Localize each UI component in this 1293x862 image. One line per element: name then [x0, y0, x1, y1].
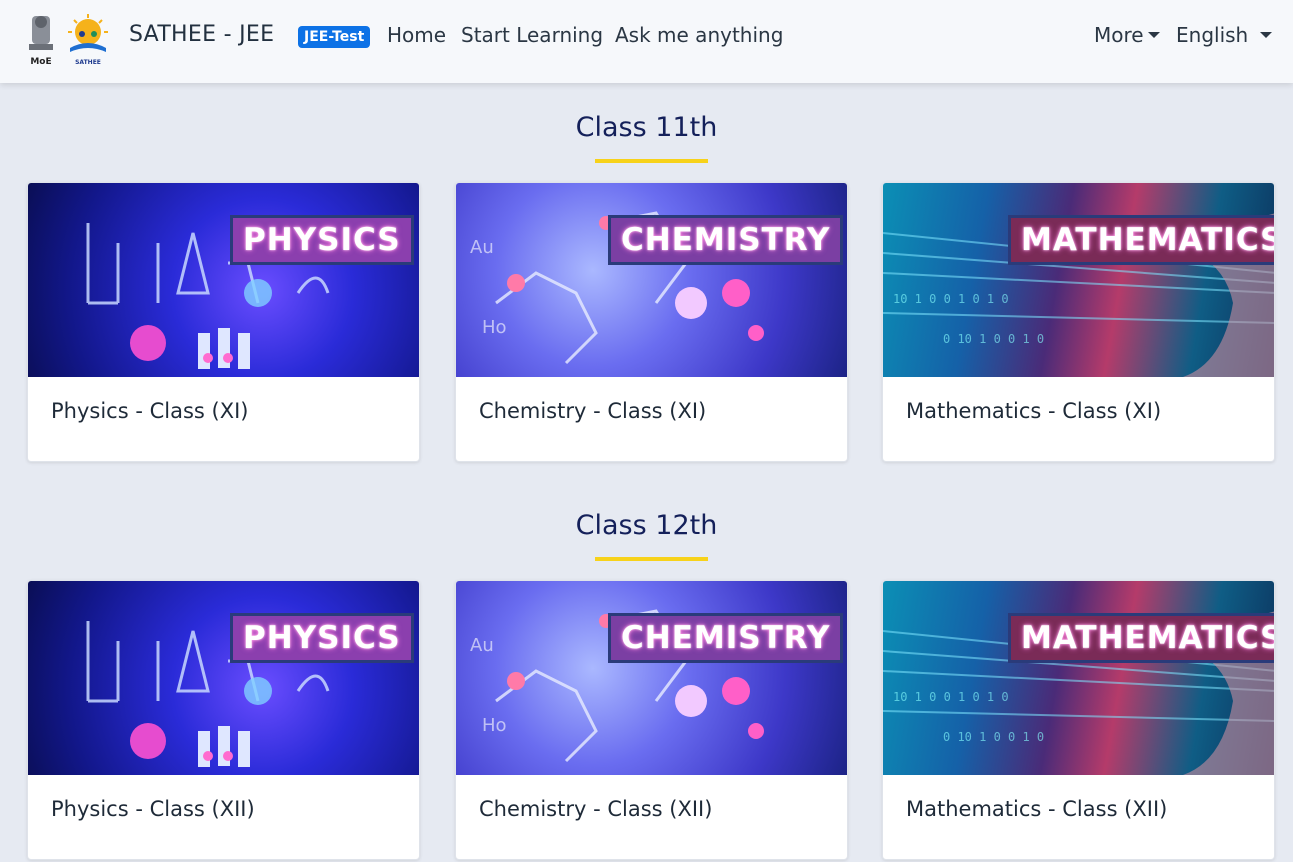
physics-banner-image: PHYSICS [28, 581, 419, 775]
section-title-class-11: Class 11th [575, 112, 718, 143]
chevron-down-icon [1147, 32, 1160, 38]
card-title[interactable]: Mathematics - Class (XII) [906, 797, 1167, 821]
card-title[interactable]: Chemistry - Class (XI) [479, 399, 706, 423]
course-card-chemistry-xi[interactable]: Au Ho CHEMISTRY Chemistry - Class (XI) [455, 182, 848, 462]
svg-text:Au: Au [470, 237, 494, 258]
svg-text:0 10 1 0 0 1 0: 0 10 1 0 0 1 0 [943, 332, 1044, 346]
course-card-physics-xi[interactable]: PHYSICS Physics - Class (XI) [27, 182, 420, 462]
section-underline [595, 159, 708, 163]
nav-link-start-learning[interactable]: Start Learning [461, 23, 603, 47]
svg-text:10 1 0 0 1 0 1 0: 10 1 0 0 1 0 1 0 [893, 292, 1009, 306]
mathematics-banner-image: 10 1 0 0 1 0 1 0 0 10 1 0 0 1 0 MATHEMATI… [883, 581, 1274, 775]
sathee-logo[interactable]: SATHEE [62, 12, 114, 68]
section-title-class-12: Class 12th [575, 510, 718, 541]
card-tag: PHYSICS [230, 215, 414, 265]
chemistry-banner-image: Au Ho CHEMISTRY [456, 581, 847, 775]
more-label: More [1094, 23, 1144, 47]
svg-text:MoE: MoE [30, 57, 51, 67]
section-underline [595, 557, 708, 561]
moe-emblem-logo[interactable]: MoE [22, 12, 60, 68]
jee-test-badge[interactable]: JEE-Test [298, 26, 371, 48]
svg-text:0 10 1 0 0 1 0: 0 10 1 0 0 1 0 [943, 730, 1044, 744]
card-title[interactable]: Physics - Class (XI) [51, 399, 248, 423]
card-tag: MATHEMATICS [1008, 215, 1274, 265]
card-title[interactable]: Mathematics - Class (XI) [906, 399, 1161, 423]
mathematics-banner-image: 10 1 0 0 1 0 1 0 0 10 1 0 0 1 0 MATHEMATI… [883, 183, 1274, 377]
brand-title[interactable]: SATHEE - JEE [129, 22, 274, 47]
course-card-chemistry-xii[interactable]: Au Ho CHEMISTRY Chemistry - Class (XII) [455, 580, 848, 860]
card-title[interactable]: Physics - Class (XII) [51, 797, 255, 821]
nav-link-ask-me-anything[interactable]: Ask me anything [615, 23, 783, 47]
chemistry-banner-image: Au Ho CHEMISTRY [456, 183, 847, 377]
language-dropdown[interactable]: English [1176, 23, 1273, 47]
nav-link-home[interactable]: Home [387, 23, 446, 47]
svg-text:SATHEE: SATHEE [75, 59, 101, 66]
svg-text:10 1 0 0 1 0 1 0: 10 1 0 0 1 0 1 0 [893, 690, 1009, 704]
course-card-mathematics-xi[interactable]: 10 1 0 0 1 0 1 0 0 10 1 0 0 1 0 MATHEMATI… [882, 182, 1275, 462]
card-tag: PHYSICS [230, 613, 414, 663]
svg-text:Ho: Ho [482, 715, 507, 736]
language-label: English [1176, 23, 1249, 47]
chevron-down-icon [1260, 32, 1273, 38]
card-tag: MATHEMATICS [1008, 613, 1274, 663]
card-tag: CHEMISTRY [608, 613, 844, 663]
more-dropdown[interactable]: More [1094, 23, 1160, 47]
navbar: MoE SATHEE SATHEE - JEE JEE-Test Home St… [0, 0, 1293, 83]
svg-text:Ho: Ho [482, 317, 507, 338]
svg-text:Au: Au [470, 635, 494, 656]
card-tag: CHEMISTRY [608, 215, 844, 265]
card-title[interactable]: Chemistry - Class (XII) [479, 797, 712, 821]
course-card-mathematics-xii[interactable]: 10 1 0 0 1 0 1 0 0 10 1 0 0 1 0 MATHEMATI… [882, 580, 1275, 860]
physics-banner-image: PHYSICS [28, 183, 419, 377]
course-card-physics-xii[interactable]: PHYSICS Physics - Class (XII) [27, 580, 420, 860]
